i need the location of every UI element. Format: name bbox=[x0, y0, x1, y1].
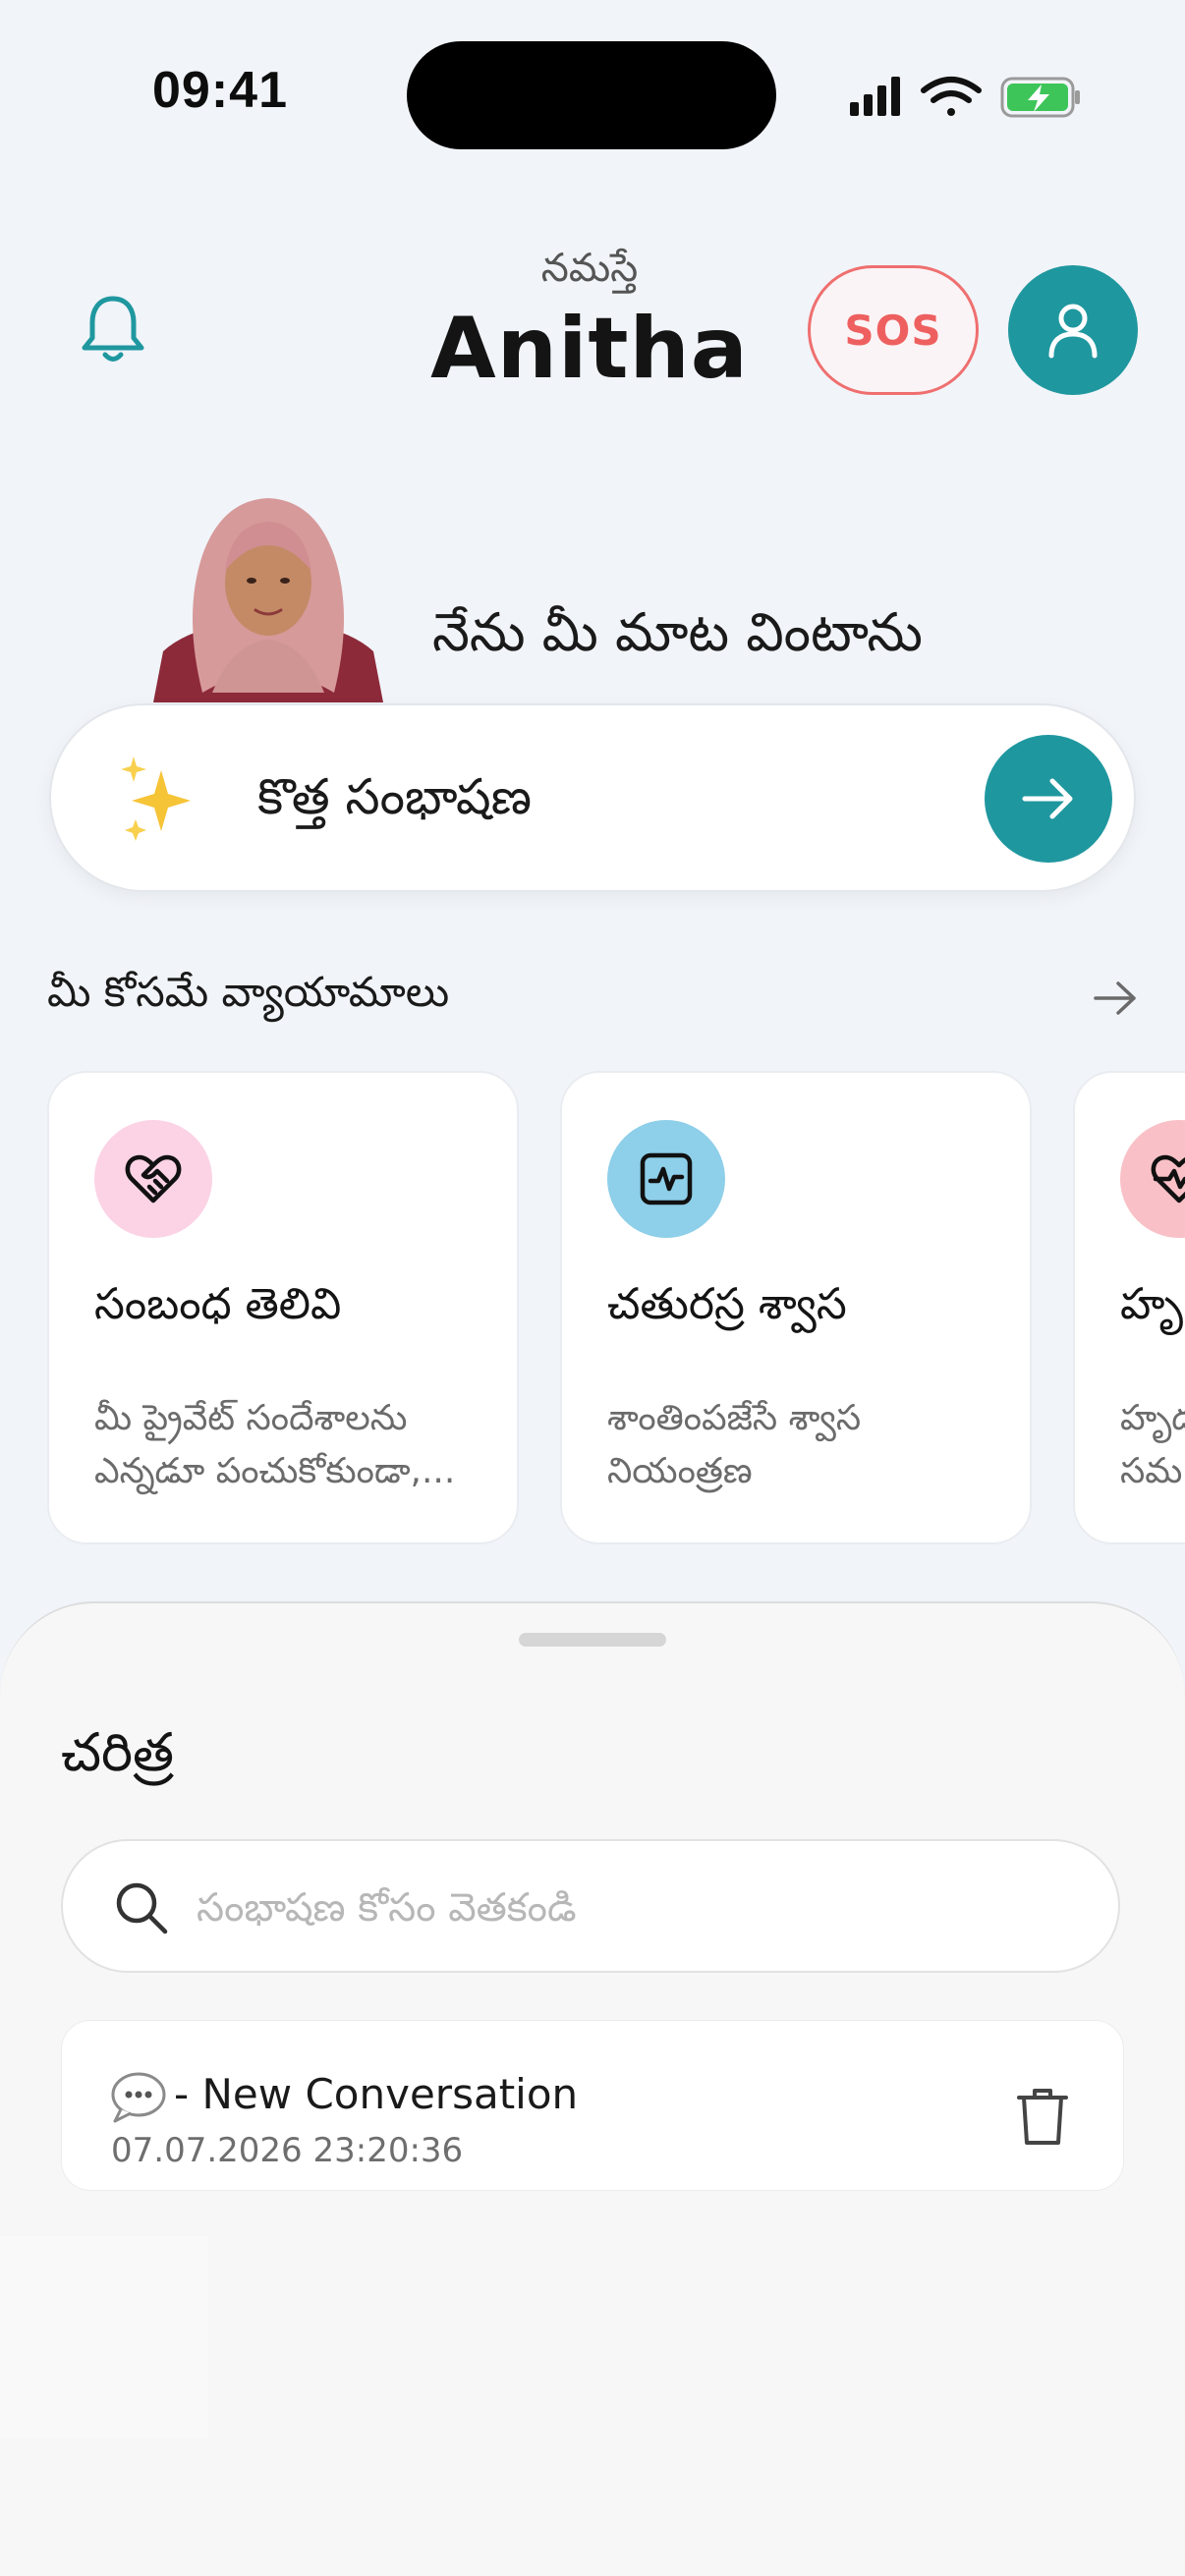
exercise-description: మీ ప్రైవేట్ సందేశాలను ఎన్నడూ పంచుకోకుండా… bbox=[94, 1398, 456, 1491]
dynamic-island bbox=[407, 41, 776, 149]
new-conversation-bar[interactable]: కొత్త సంభాషణ bbox=[49, 703, 1136, 892]
start-conversation-button[interactable] bbox=[985, 735, 1112, 863]
listen-text: నేను మీ మాట వింటాను bbox=[432, 601, 923, 663]
exercise-card[interactable]: చతురస్ర శ్వాస శాంతింపజేసే శ్వాస నియంత్రణ bbox=[560, 1071, 1032, 1544]
new-conversation-label: కొత్త సంభాషణ bbox=[257, 768, 532, 825]
see-all-arrow-icon[interactable] bbox=[1093, 979, 1140, 1018]
exercise-name: చతురస్ర శ్వాస bbox=[607, 1279, 847, 1329]
battery-charging-icon bbox=[1000, 77, 1080, 118]
delete-trash-icon[interactable] bbox=[1015, 2086, 1070, 2149]
exercise-name: సంబంధ తెలివి bbox=[94, 1279, 342, 1329]
exercise-card[interactable]: సంబంధ తెలివి మీ ప్రైవేట్ సందేశాలను ఎన్నడ… bbox=[47, 1071, 519, 1544]
greeting-text: నమస్తే bbox=[540, 246, 639, 291]
sheet-drag-handle[interactable] bbox=[519, 1633, 666, 1647]
conversation-timestamp: 07.07.2026 23:20:36 bbox=[111, 2131, 464, 2170]
notification-bell-icon[interactable] bbox=[79, 293, 147, 365]
speech-bubble-icon bbox=[111, 2072, 166, 2123]
profile-button[interactable] bbox=[1008, 265, 1138, 395]
activity-square-icon bbox=[607, 1120, 725, 1238]
wifi-icon bbox=[921, 77, 982, 116]
exercise-carousel[interactable]: సంబంధ తెలివి మీ ప్రైవేట్ సందేశాలను ఎన్నడ… bbox=[47, 1071, 1185, 1544]
search-box[interactable] bbox=[61, 1839, 1120, 1973]
status-time: 09:41 bbox=[152, 62, 288, 119]
user-icon bbox=[1048, 304, 1098, 359]
arrow-right-icon bbox=[1022, 778, 1073, 819]
heart-handshake-icon bbox=[94, 1120, 212, 1238]
sos-button[interactable]: SOS bbox=[808, 265, 979, 395]
exercises-title: మీ కోసమే వ్యాయామాలు bbox=[47, 968, 450, 1016]
exercise-description: హృద సమ bbox=[1120, 1398, 1185, 1491]
signal-icon bbox=[850, 77, 900, 116]
status-icons bbox=[847, 73, 1083, 122]
sparkles-icon bbox=[116, 755, 206, 845]
overlay-placeholder bbox=[0, 2236, 208, 2438]
exercise-name: హృ bbox=[1120, 1279, 1183, 1329]
conversation-list-item[interactable]: - New Conversation 07.07.2026 23:20:36 bbox=[61, 2020, 1124, 2191]
history-title: చరిత్ర bbox=[61, 1721, 175, 1783]
search-input[interactable] bbox=[197, 1871, 1061, 1945]
companion-avatar bbox=[153, 496, 383, 702]
exercise-description: శాంతింపజేసే శ్వాస నియంత్రణ bbox=[607, 1398, 862, 1491]
user-name: Anitha bbox=[430, 300, 749, 398]
conversation-title: - New Conversation bbox=[174, 2070, 579, 2118]
exercise-card[interactable]: హృ హృద సమ bbox=[1073, 1071, 1185, 1544]
heart-pulse-icon bbox=[1120, 1120, 1185, 1238]
search-icon bbox=[112, 1878, 171, 1937]
sos-label: SOS bbox=[844, 306, 942, 355]
